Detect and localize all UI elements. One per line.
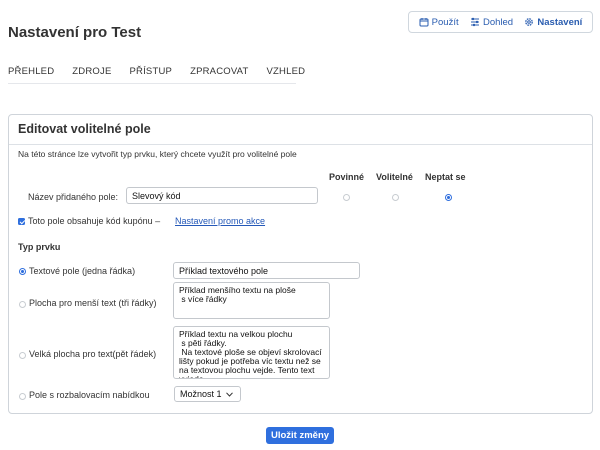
large-area-textarea[interactable]: Příklad textu na velkou plochu s pěti řá… xyxy=(173,326,330,379)
small-area-radio[interactable] xyxy=(19,301,26,308)
small-area-label: Plocha pro menší text (tři řádky) xyxy=(29,298,157,308)
gear-icon xyxy=(525,18,534,26)
nav-pouzit-label: Použít xyxy=(431,16,459,28)
card-title: Editovat volitelné pole xyxy=(9,115,592,145)
tab-prehled[interactable]: PŘEHLED xyxy=(8,66,54,77)
card-description: Na této stránce lze vytvořit typ prvku, … xyxy=(18,149,297,159)
coupon-checkbox[interactable] xyxy=(18,218,25,225)
required-radio[interactable] xyxy=(343,194,350,201)
optional-radio[interactable] xyxy=(392,194,399,201)
save-button[interactable]: Uložit změny xyxy=(266,427,334,444)
column-volitelne: Volitelné xyxy=(376,172,413,182)
small-area-textarea[interactable]: Příklad menšího textu na ploše s více řá… xyxy=(173,282,330,319)
do-not-ask-radio[interactable] xyxy=(445,194,452,201)
text-line-label: Textové pole (jedna řádka) xyxy=(29,266,136,276)
large-area-label: Velká plocha pro text(pět řádek) xyxy=(29,349,157,359)
text-line-input[interactable] xyxy=(173,262,360,279)
dropdown-label: Pole s rozbalovacím nabídkou xyxy=(29,390,150,400)
field-name-input[interactable] xyxy=(126,187,318,204)
column-povinne: Povinné xyxy=(329,172,365,182)
text-line-radio[interactable] xyxy=(19,268,26,275)
top-navigation: Použít Dohled Nastavení xyxy=(408,11,593,33)
nav-nastaveni-button[interactable]: Nastavení xyxy=(524,17,582,28)
promo-settings-link[interactable]: Nastavení promo akce xyxy=(175,216,265,226)
tab-vzhled[interactable]: VZHLED xyxy=(267,66,306,77)
large-area-radio[interactable] xyxy=(19,352,26,359)
field-name-label: Název přidaného pole: xyxy=(28,192,119,202)
nav-pouzit-button[interactable]: Použít xyxy=(419,17,459,28)
edit-field-card: Editovat volitelné pole Na této stránce … xyxy=(8,114,593,414)
tab-zpracovat[interactable]: ZPRACOVAT xyxy=(190,66,248,77)
section-tabs: PŘEHLED ZDROJE PŘÍSTUP ZPRACOVAT VZHLED xyxy=(8,66,305,84)
column-neptat-se: Neptat se xyxy=(425,172,466,182)
nav-dohled-label: Dohled xyxy=(482,16,514,28)
tab-zdroje[interactable]: ZDROJE xyxy=(72,66,111,77)
nav-dohled-button[interactable]: Dohled xyxy=(470,17,513,28)
page-title: Nastavení pro Test xyxy=(8,24,142,41)
dropdown-selected-value: Možnost 1 xyxy=(180,389,222,399)
coupon-checkbox-label: Toto pole obsahuje kód kupónu – xyxy=(28,216,161,226)
dropdown-radio[interactable] xyxy=(19,393,26,400)
chevron-down-icon xyxy=(225,391,233,397)
element-type-title: Typ prvku xyxy=(18,242,61,252)
tab-pristup[interactable]: PŘÍSTUP xyxy=(129,66,172,77)
calendar-icon xyxy=(419,18,429,27)
nav-nastaveni-label: Nastavení xyxy=(537,16,583,28)
sliders-icon xyxy=(470,17,479,27)
dropdown-select[interactable]: Možnost 1 xyxy=(174,386,241,402)
